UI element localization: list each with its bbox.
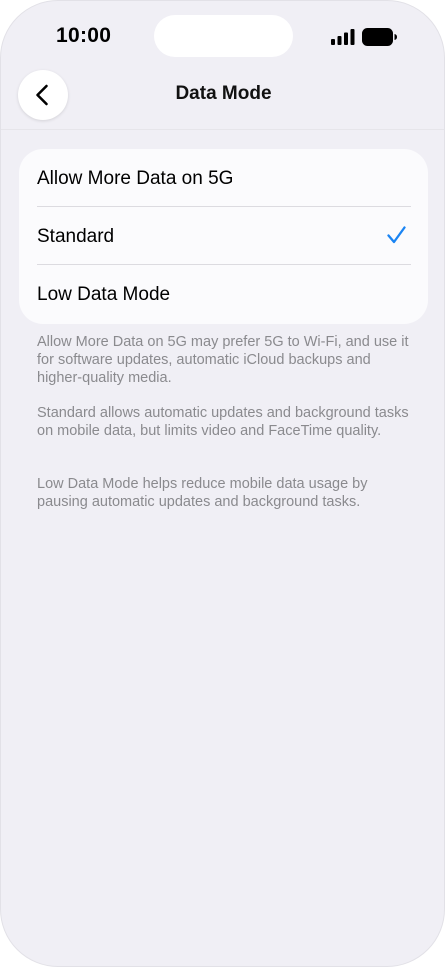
battery-icon xyxy=(362,28,397,46)
option-low-data-mode[interactable]: Low Data Mode xyxy=(19,265,428,323)
option-label: Standard xyxy=(37,226,115,247)
status-bar: 10:00 xyxy=(1,1,444,71)
option-label: Low Data Mode xyxy=(37,284,171,305)
cellular-signal-icon xyxy=(331,29,355,45)
dynamic-island xyxy=(154,15,293,57)
status-time: 10:00 xyxy=(56,24,112,47)
phone-screen: 10:00 Data Mode Allow More Data on 5G St… xyxy=(0,0,445,967)
page-title: Data Mode xyxy=(175,83,272,104)
navigation-bar: Data Mode xyxy=(1,67,444,130)
option-allow-more-data-5g[interactable]: Allow More Data on 5G xyxy=(19,149,428,207)
option-label: Allow More Data on 5G xyxy=(37,168,234,189)
checkmark-icon xyxy=(387,226,406,244)
description-allow-more-data-5g: Allow More Data on 5G may prefer 5G to W… xyxy=(37,334,409,386)
data-mode-options-list: Allow More Data on 5G Standard Low Data … xyxy=(19,149,428,324)
description-standard: Standard allows automatic updates and ba… xyxy=(37,405,409,439)
description-low-data-mode: Low Data Mode helps reduce mobile data u… xyxy=(37,476,368,510)
option-standard[interactable]: Standard xyxy=(19,207,428,265)
